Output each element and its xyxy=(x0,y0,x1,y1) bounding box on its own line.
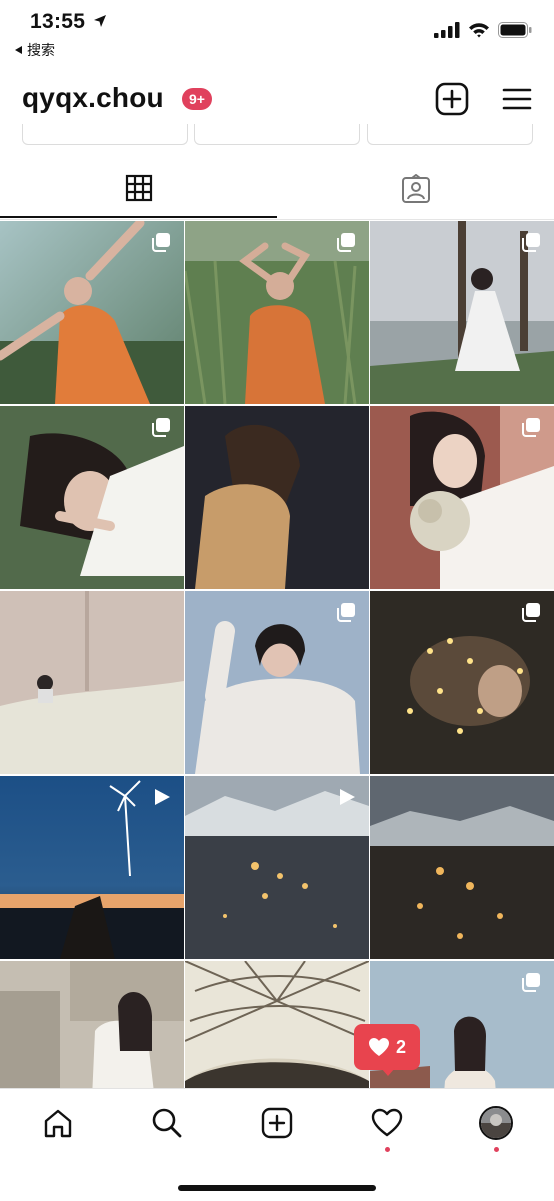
video-play-icon xyxy=(340,789,355,805)
post-thumbnail[interactable] xyxy=(185,221,369,404)
post-thumbnail[interactable] xyxy=(0,776,184,959)
profile-tabs xyxy=(0,160,554,220)
highlight-card[interactable] xyxy=(22,124,188,145)
post-thumbnail[interactable] xyxy=(0,591,184,774)
nav-create[interactable] xyxy=(257,1103,297,1143)
video-play-icon xyxy=(155,789,170,805)
create-post-icon[interactable] xyxy=(435,82,469,116)
status-time: 13:55 xyxy=(30,10,86,33)
post-thumbnail[interactable] xyxy=(0,221,184,404)
carousel-icon xyxy=(522,233,540,252)
search-icon xyxy=(152,1108,182,1138)
nav-search[interactable] xyxy=(147,1103,187,1143)
battery-icon xyxy=(498,22,532,38)
nav-activity[interactable] xyxy=(367,1103,407,1143)
post-thumbnail[interactable] xyxy=(370,591,554,774)
toast-pointer xyxy=(381,1068,395,1076)
create-icon xyxy=(261,1107,293,1139)
highlight-card[interactable] xyxy=(367,124,533,145)
back-to-app-link[interactable]: 搜索 xyxy=(14,40,55,60)
like-notification-toast[interactable]: 2 xyxy=(354,1024,420,1076)
grid-icon xyxy=(125,174,152,202)
tab-grid[interactable] xyxy=(0,160,277,218)
post-thumbnail[interactable] xyxy=(0,406,184,589)
heart-filled-icon xyxy=(368,1038,389,1056)
cellular-signal-icon xyxy=(434,22,460,38)
carousel-icon xyxy=(522,603,540,622)
back-triangle-icon xyxy=(15,46,22,54)
home-indicator xyxy=(178,1185,376,1191)
tagged-user-icon xyxy=(401,174,430,203)
post-thumbnail[interactable] xyxy=(370,776,554,959)
nav-profile[interactable] xyxy=(476,1103,516,1143)
photo-mountain-town-night xyxy=(370,776,554,959)
post-thumbnail[interactable] xyxy=(185,406,369,589)
carousel-icon xyxy=(522,418,540,437)
like-count: 2 xyxy=(395,1036,406,1057)
home-icon xyxy=(44,1109,72,1138)
carousel-icon xyxy=(152,233,170,252)
wifi-icon xyxy=(469,23,489,38)
status-bar: 13:55 搜索 xyxy=(0,0,554,64)
tab-tagged[interactable] xyxy=(277,160,554,218)
profile-notification-dot xyxy=(494,1147,499,1152)
activity-notification-dot xyxy=(385,1147,390,1152)
carousel-icon xyxy=(152,418,170,437)
menu-icon[interactable] xyxy=(500,82,534,116)
carousel-icon xyxy=(337,603,355,622)
post-thumbnail[interactable] xyxy=(185,591,369,774)
bottom-navigation xyxy=(0,1088,554,1201)
photo-woman-curved-wall xyxy=(0,591,184,774)
photo-woman-dark-room xyxy=(185,406,369,589)
location-arrow-icon xyxy=(94,15,106,27)
tabs-divider xyxy=(0,219,554,220)
post-thumbnail[interactable] xyxy=(185,776,369,959)
heart-outline-icon xyxy=(371,1108,403,1137)
notification-badge[interactable]: 9+ xyxy=(182,88,212,110)
nav-home[interactable] xyxy=(38,1103,78,1143)
highlight-card[interactable] xyxy=(194,124,360,145)
profile-header: qyqx.chou 9+ xyxy=(0,74,554,124)
profile-avatar xyxy=(479,1106,513,1140)
profile-username[interactable]: qyqx.chou xyxy=(22,82,164,114)
carousel-icon xyxy=(337,233,355,252)
post-thumbnail[interactable] xyxy=(370,406,554,589)
post-thumbnail[interactable] xyxy=(370,221,554,404)
carousel-icon xyxy=(522,973,540,992)
back-app-label: 搜索 xyxy=(27,42,55,58)
